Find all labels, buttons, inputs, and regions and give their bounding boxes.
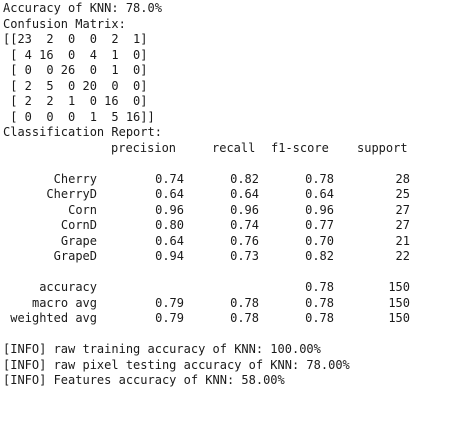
report-class-row: CherryD 0.64 0.64 0.64 25	[3, 187, 453, 203]
confusion-matrix: [[23 2 0 0 2 1] [ 4 16 0 4 1 0] [ 0 0 26…	[3, 32, 453, 125]
recall-value: 0.96	[230, 202, 259, 217]
row-label: Grape	[60, 233, 97, 248]
recall-value: 0.64	[230, 187, 259, 201]
report-class-row: CornD 0.80 0.74 0.77 27	[3, 218, 453, 234]
recall-value: 0.76	[230, 233, 259, 248]
f1-score-value: 0.78	[305, 311, 334, 325]
row-label: GrapeD	[53, 249, 97, 263]
row-label: macro avg	[31, 295, 97, 310]
support-value: 27	[395, 202, 410, 217]
confusion-matrix-row: [ 2 5 0 20 0 0]	[3, 78, 148, 93]
info-line: [INFO] Features accuracy of KNN: 58.00%	[3, 373, 285, 387]
support-value: 150	[388, 295, 410, 310]
f1-score-value: 0.70	[305, 233, 334, 248]
accuracy-line: Accuracy of KNN: 78.0%	[3, 1, 162, 15]
confusion-matrix-row: [ 2 2 1 0 16 0]	[3, 94, 148, 108]
precision-value: 0.64	[155, 233, 184, 248]
header-support: support	[357, 140, 408, 155]
f1-score-value: 0.77	[305, 218, 334, 232]
confusion-matrix-title: Confusion Matrix:	[3, 16, 126, 31]
classification-report: precision recall f1-score support Cherry…	[3, 141, 453, 327]
info-line: [INFO] raw training accuracy of KNN: 100…	[3, 342, 321, 356]
recall-value: 0.82	[230, 171, 259, 186]
row-label: weighted avg	[10, 311, 97, 325]
support-value: 22	[395, 249, 410, 263]
recall-value: 0.78	[230, 311, 259, 325]
classification-report-title: Classification Report:	[3, 125, 162, 139]
precision-value: 0.64	[155, 187, 184, 201]
row-label: CornD	[60, 218, 97, 232]
header-f1-score: f1-score	[271, 140, 329, 155]
precision-value: 0.80	[155, 218, 184, 232]
report-summary-row: macro avg 0.79 0.78 0.78 150	[3, 296, 453, 312]
row-label: Corn	[68, 202, 97, 217]
report-class-row: GrapeD 0.94 0.73 0.82 22	[3, 249, 453, 265]
f1-score-value: 0.78	[305, 295, 334, 310]
report-summary-row: accuracy 0.78 150	[3, 280, 453, 296]
row-label: accuracy	[39, 280, 97, 294]
precision-value: 0.74	[155, 171, 184, 186]
report-header-row: precision recall f1-score support	[3, 141, 453, 157]
confusion-matrix-row: [[23 2 0 0 2 1]	[3, 32, 148, 46]
info-line: [INFO] raw pixel testing accuracy of KNN…	[3, 357, 350, 372]
f1-score-value: 0.82	[305, 249, 334, 263]
precision-value: 0.79	[155, 311, 184, 325]
row-label: CherryD	[46, 187, 97, 201]
support-value: 25	[395, 187, 410, 201]
support-value: 150	[388, 280, 410, 294]
f1-score-value: 0.96	[305, 202, 334, 217]
precision-value: 0.94	[155, 249, 184, 263]
recall-value: 0.74	[230, 218, 259, 232]
support-value: 27	[395, 218, 410, 232]
report-class-row: Corn 0.96 0.96 0.96 27	[3, 203, 453, 219]
support-value: 28	[395, 171, 410, 186]
f1-score-value: 0.78	[305, 171, 334, 186]
report-summary-row: weighted avg 0.79 0.78 0.78 150	[3, 311, 453, 327]
confusion-matrix-row: [ 0 0 26 0 1 0]	[3, 63, 148, 77]
precision-value: 0.79	[155, 295, 184, 310]
f1-score-value: 0.78	[305, 280, 334, 294]
report-class-row: Grape 0.64 0.76 0.70 21	[3, 234, 453, 250]
confusion-matrix-row: [ 0 0 0 1 5 16]]	[3, 109, 155, 124]
support-value: 21	[395, 233, 410, 248]
confusion-matrix-row: [ 4 16 0 4 1 0]	[3, 47, 148, 62]
class-rows: Cherry 0.74 0.82 0.78 28 CherryD 0.64 0.64 0.64 2…	[3, 172, 453, 265]
f1-score-value: 0.64	[305, 187, 334, 201]
row-label: Cherry	[53, 171, 97, 186]
console-output: Accuracy of KNN: 78.0% Confusion Matrix:…	[3, 1, 453, 427]
header-recall: recall	[212, 140, 256, 155]
precision-value: 0.96	[155, 202, 184, 217]
recall-value: 0.78	[230, 295, 259, 310]
support-value: 150	[388, 311, 410, 325]
recall-value: 0.73	[230, 249, 259, 263]
report-class-row: Cherry 0.74 0.82 0.78 28	[3, 172, 453, 188]
header-precision: precision	[111, 140, 177, 155]
summary-rows: accuracy 0.78 150 macro avg 0.79 0.78 0.78 150 w…	[3, 280, 453, 327]
